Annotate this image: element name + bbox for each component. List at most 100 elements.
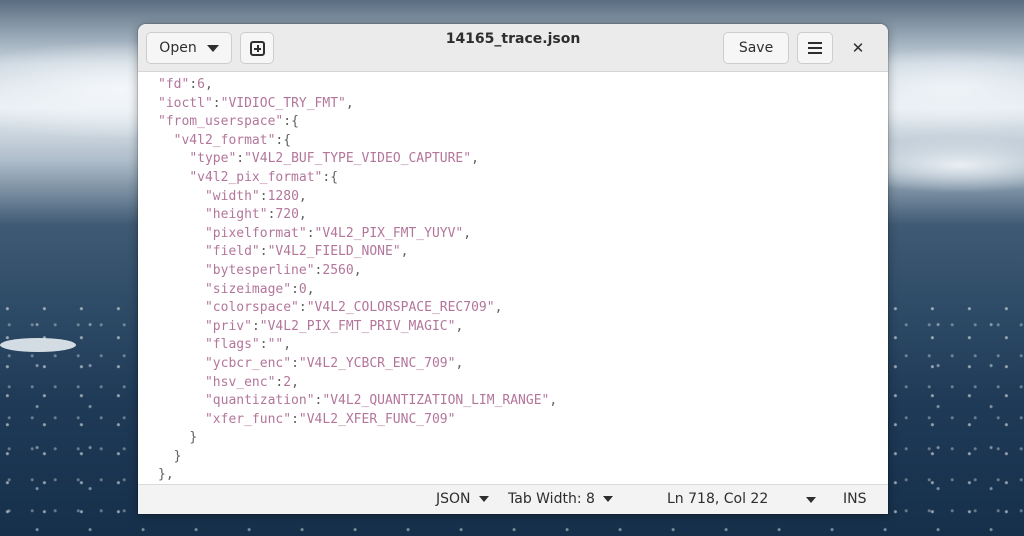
json-separator: :: [259, 337, 268, 353]
statusbar: JSON Tab Width: 8 Ln 718, Col 22 INS: [138, 484, 888, 514]
json-value: "V4L2_XFER_FUNC_709": [298, 411, 456, 427]
json-punctuation: ,: [400, 244, 409, 260]
text-editor-window: Open 14165_trace.json Save ✕ "fd":6, "ioc…: [138, 24, 888, 514]
json-separator: :: [291, 411, 299, 427]
json-key: "flags": [204, 337, 260, 353]
json-punctuation: ,: [455, 318, 464, 334]
code-line: "quantization":"V4L2_QUANTIZATION_LIM_RA…: [158, 392, 888, 411]
cursor-position-dropdown[interactable]: [798, 497, 816, 503]
code-line: "priv":"V4L2_PIX_FMT_PRIV_MAGIC",: [158, 318, 888, 337]
json-separator: :: [298, 300, 307, 316]
code-line: "pixelformat":"V4L2_PIX_FMT_YUYV",: [158, 225, 888, 244]
json-value: 720: [275, 207, 299, 223]
json-separator: :: [283, 114, 292, 130]
code-line: },: [158, 466, 888, 484]
json-separator: :: [306, 225, 315, 241]
code-line: "height":720,: [158, 206, 888, 225]
window-title: 14165_trace.json: [445, 31, 581, 47]
json-punctuation: ,: [471, 151, 479, 167]
json-key: "v4l2_format": [173, 132, 276, 148]
insert-mode-indicator[interactable]: INS: [843, 491, 867, 507]
menu-button[interactable]: [797, 32, 833, 64]
code-line: }: [158, 429, 888, 448]
chevron-down-icon: [478, 496, 489, 502]
json-value: "V4L2_COLORSPACE_REC709": [306, 300, 495, 316]
json-value: "V4L2_QUANTIZATION_LIM_RANGE": [322, 393, 550, 409]
json-key: "pixelformat": [204, 225, 307, 241]
json-key: "colorspace": [204, 300, 299, 316]
json-separator: :: [189, 77, 198, 92]
open-button[interactable]: Open: [146, 32, 232, 64]
json-punctuation: ,: [291, 374, 299, 390]
json-key: "quantization": [204, 393, 315, 409]
json-key: "fd": [158, 77, 190, 92]
json-punctuation: ,: [204, 77, 213, 92]
code-line: "ioctl":"VIDIOC_TRY_FMT",: [158, 95, 888, 114]
json-punctuation: ,: [298, 207, 307, 223]
code-line: "v4l2_pix_format":{: [158, 169, 888, 188]
json-value: "V4L2_PIX_FMT_YUYV": [314, 225, 464, 241]
cursor-position-label: Ln 718, Col 22: [667, 491, 769, 507]
json-punctuation: }: [189, 430, 198, 446]
tab-width-selector[interactable]: Tab Width: 8: [508, 491, 613, 507]
chevron-down-icon: [206, 44, 219, 52]
code-line: "hsv_enc":2,: [158, 374, 888, 393]
json-punctuation: ,: [463, 225, 472, 241]
json-value: 2560: [322, 262, 354, 278]
json-key: "v4l2_pix_format": [189, 169, 323, 185]
close-button[interactable]: ✕: [846, 36, 870, 60]
json-punctuation: }: [173, 448, 182, 464]
code-line: "sizeimage":0,: [158, 281, 888, 300]
json-key: "priv": [204, 318, 252, 334]
wallpaper-ice-floe: [0, 338, 76, 352]
json-value: 0: [298, 281, 307, 297]
json-value: 1280: [267, 188, 299, 204]
code-line: "v4l2_format":{: [158, 132, 888, 151]
code-line: }: [158, 448, 888, 467]
code-line: "from_userspace":{: [158, 113, 888, 132]
json-punctuation: ,: [455, 355, 464, 371]
json-separator: :: [251, 318, 260, 334]
json-value: "VIDIOC_TRY_FMT": [220, 95, 346, 111]
json-key: "from_userspace": [158, 114, 284, 130]
json-separator: :: [291, 355, 299, 371]
json-punctuation: ,: [353, 262, 362, 278]
json-key: "hsv_enc": [204, 374, 276, 390]
hamburger-menu-icon: [808, 42, 822, 54]
json-punctuation: {: [330, 169, 339, 185]
json-punctuation: ,: [494, 300, 503, 316]
language-selector[interactable]: JSON: [436, 491, 489, 507]
json-value: "V4L2_FIELD_NONE": [267, 244, 401, 260]
new-tab-icon: [249, 40, 265, 56]
json-key: "width": [204, 188, 260, 204]
new-tab-button[interactable]: [240, 32, 274, 64]
json-value: "V4L2_BUF_TYPE_VIDEO_CAPTURE": [244, 151, 472, 167]
text-editor-area[interactable]: "fd":6, "ioctl":"VIDIOC_TRY_FMT", "from_us…: [138, 72, 888, 484]
json-key: "xfer_func": [204, 411, 292, 427]
cursor-position[interactable]: Ln 718, Col 22: [667, 491, 768, 507]
insert-mode-label: INS: [843, 491, 867, 507]
json-value: "": [267, 337, 284, 353]
code-line: "bytesperline":2560,: [158, 262, 888, 281]
headerbar: Open 14165_trace.json Save ✕: [138, 24, 888, 72]
chevron-down-icon: [806, 497, 816, 503]
json-punctuation: ,: [283, 337, 292, 353]
code-line: "type":"V4L2_BUF_TYPE_VIDEO_CAPTURE",: [158, 150, 888, 169]
json-punctuation: ,: [298, 188, 307, 204]
json-key: "sizeimage": [204, 281, 292, 297]
code-line: "colorspace":"V4L2_COLORSPACE_REC709",: [158, 299, 888, 318]
save-button[interactable]: Save: [723, 32, 789, 64]
